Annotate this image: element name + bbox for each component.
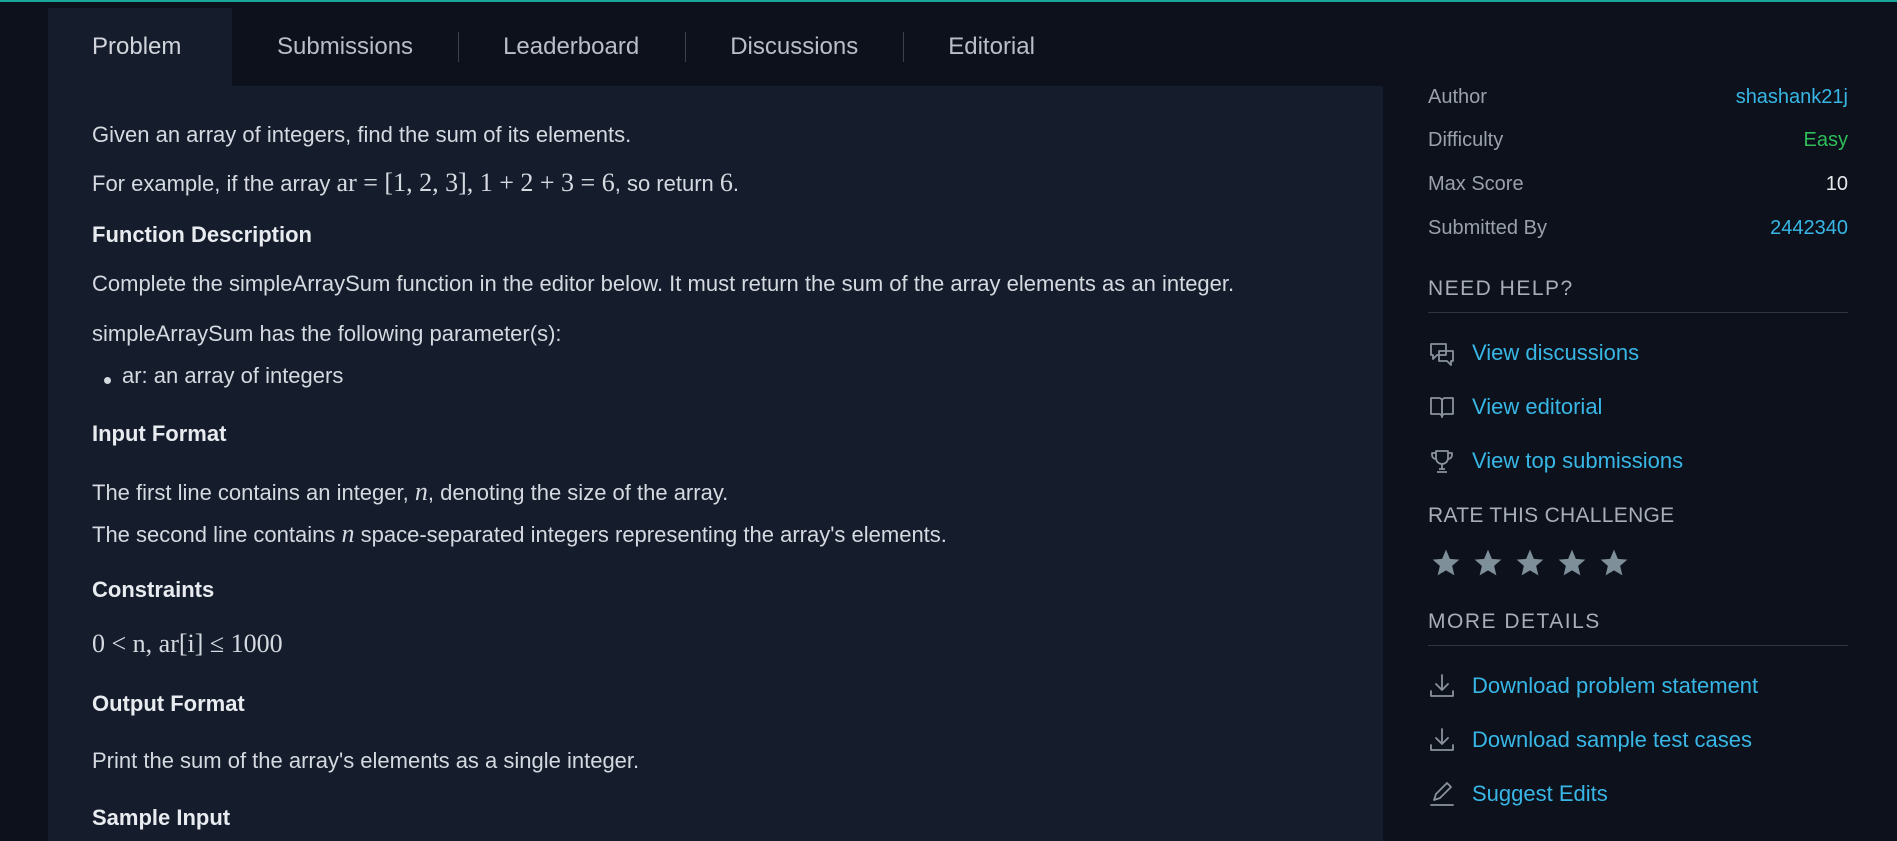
download-problem-statement-link[interactable]: Download problem statement: [1428, 669, 1758, 703]
constraints-heading: Constraints: [92, 577, 215, 602]
example-math: ar = [1, 2, 3], 1 + 2 + 3 = 6: [336, 168, 615, 197]
input-line-1-var: n: [414, 477, 428, 506]
tab-problem-label: Problem: [92, 33, 182, 60]
challenge-sidebar: Author shashank21j Difficulty Easy Max S…: [1428, 86, 1848, 841]
download-problem-statement-label: Download problem statement: [1472, 673, 1759, 698]
sample-input-heading: Sample Input: [92, 805, 231, 830]
function-description: Complete the simpleArraySum function in …: [92, 271, 1235, 296]
view-top-submissions-link[interactable]: View top submissions: [1428, 444, 1683, 478]
tab-discussions[interactable]: Discussions: [686, 8, 903, 86]
download-sample-test-cases-link[interactable]: Download sample test cases: [1428, 723, 1752, 757]
tab-problem[interactable]: Problem: [48, 8, 232, 86]
star-icon[interactable]: [1514, 547, 1546, 579]
input-line-2-suffix: space-separated integers representing th…: [354, 522, 947, 547]
star-icon[interactable]: [1472, 547, 1504, 579]
input-line-2-var: n: [341, 519, 355, 548]
tab-submissions[interactable]: Submissions: [232, 8, 458, 86]
author-link[interactable]: shashank21j: [1736, 86, 1848, 109]
example-result: 6: [719, 168, 733, 197]
difficulty-row: Difficulty Easy: [1428, 129, 1848, 159]
problem-example: For example, if the array ar = [1, 2, 3]…: [92, 168, 739, 198]
view-editorial-link[interactable]: View editorial: [1428, 390, 1602, 424]
problem-intro: Given an array of integers, find the sum…: [92, 122, 632, 147]
star-icon[interactable]: [1556, 547, 1588, 579]
input-format-line-2: The second line contains n space-separat…: [92, 519, 947, 549]
view-discussions-label: View discussions: [1472, 340, 1640, 365]
star-icon[interactable]: [1598, 547, 1630, 579]
submitted-by-label: Submitted By: [1428, 217, 1547, 239]
tab-leaderboard-label: Leaderboard: [503, 33, 640, 60]
download-sample-test-cases-label: Download sample test cases: [1472, 727, 1753, 752]
input-format-line-1: The first line contains an integer, n, d…: [92, 477, 728, 507]
suggest-edits-label: Suggest Edits: [1472, 781, 1608, 806]
view-discussions-link[interactable]: View discussions: [1428, 336, 1639, 370]
submitted-by-row: Submitted By 2442340: [1428, 217, 1848, 247]
max-score-value: 10: [1825, 173, 1848, 195]
suggest-edits-link[interactable]: Suggest Edits: [1428, 777, 1608, 811]
bullet-marker: [104, 377, 111, 384]
star-icon[interactable]: [1430, 547, 1462, 579]
submitted-by-link[interactable]: 2442340: [1770, 217, 1848, 240]
difficulty-value: Easy: [1803, 129, 1848, 151]
author-row: Author shashank21j: [1428, 86, 1848, 116]
tab-leaderboard[interactable]: Leaderboard: [459, 8, 685, 86]
difficulty-label: Difficulty: [1428, 129, 1504, 151]
view-editorial-label: View editorial: [1472, 394, 1603, 419]
function-description-heading: Function Description: [92, 222, 312, 247]
view-top-submissions-label: View top submissions: [1472, 448, 1684, 473]
output-format-heading: Output Format: [92, 691, 245, 716]
input-line-1-suffix: , denoting the size of the array.: [427, 480, 729, 505]
max-score-row: Max Score 10: [1428, 173, 1848, 203]
tab-submissions-label: Submissions: [277, 33, 414, 60]
constraints-math: 0 < n, ar[i] ≤ 1000: [92, 629, 283, 658]
download-icon: [1428, 726, 1456, 754]
book-icon: [1428, 393, 1456, 421]
problem-statement-panel: Given an array of integers, find the sum…: [48, 86, 1383, 841]
example-prefix: For example, if the array: [92, 171, 337, 196]
section-divider: [1428, 312, 1848, 313]
parameter-item: ar: an array of integers: [122, 363, 344, 388]
output-format: Print the sum of the array's elements as…: [92, 748, 640, 773]
more-details-title: MORE DETAILS: [1428, 610, 1601, 633]
tab-editorial-label: Editorial: [948, 33, 1035, 60]
tab-discussions-label: Discussions: [730, 33, 859, 60]
tab-editorial[interactable]: Editorial: [904, 8, 1079, 86]
input-line-1-prefix: The first line contains an integer,: [92, 480, 415, 505]
parameters-intro: simpleArraySum has the following paramet…: [92, 321, 562, 346]
star-rating[interactable]: [1430, 547, 1630, 579]
input-line-2-prefix: The second line contains: [92, 522, 342, 547]
download-icon: [1428, 672, 1456, 700]
trophy-icon: [1428, 447, 1456, 475]
pencil-icon: [1428, 780, 1456, 808]
rate-challenge-title: RATE THIS CHALLENGE: [1428, 504, 1675, 527]
max-score-label: Max Score: [1428, 173, 1524, 195]
example-suffix: .: [732, 171, 739, 196]
discussion-icon: [1428, 339, 1456, 367]
challenge-tabs: Problem Submissions Leaderboard Discussi…: [48, 8, 1079, 86]
top-accent-bar: [0, 0, 1897, 2]
example-mid: , so return: [614, 171, 720, 196]
input-format-heading: Input Format: [92, 421, 227, 446]
need-help-title: NEED HELP?: [1428, 277, 1574, 300]
section-divider: [1428, 645, 1848, 646]
author-label: Author: [1428, 86, 1487, 108]
